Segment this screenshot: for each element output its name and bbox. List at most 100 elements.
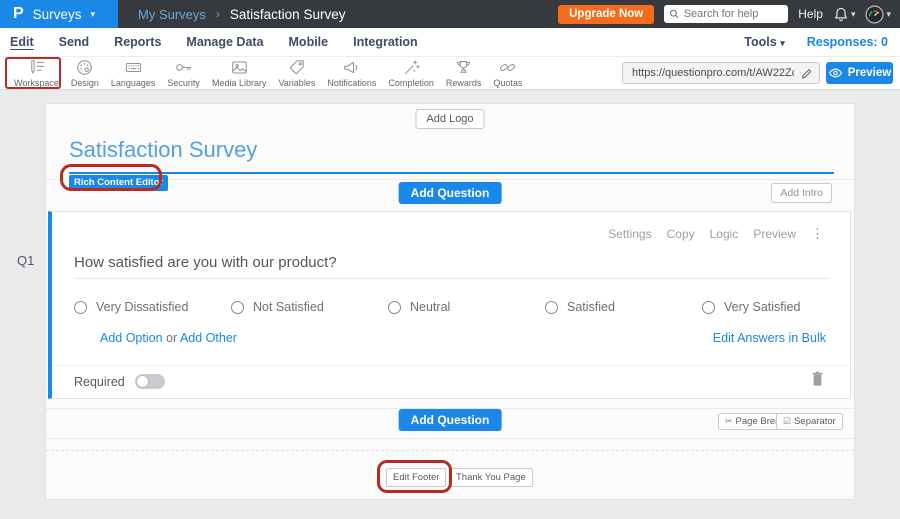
thank-you-page-button[interactable]: Thank You Page [449,468,533,487]
toolbar-item-media-library[interactable]: Media Library [206,57,273,90]
notifications-megaphone-icon [341,58,362,77]
delete-question-button[interactable] [811,371,824,387]
preview-button[interactable]: Preview [826,62,893,84]
checkbox-icon: ☑ [783,416,791,427]
edit-pencil-icon[interactable] [800,67,813,80]
option-label: Satisfied [567,300,615,314]
radio-button-icon[interactable] [74,301,87,314]
questionpro-logo-icon: P [13,5,24,23]
add-question-button-top[interactable]: Add Question [399,182,502,204]
question-preview-link[interactable]: Preview [753,227,796,241]
radio-button-icon[interactable] [231,301,244,314]
option-very-dissatisfied[interactable]: Very Dissatisfied [74,300,231,314]
notifications-bell-button[interactable]: ▾ [833,6,856,23]
survey-title[interactable]: Satisfaction Survey [69,137,257,163]
toolbar-item-rewards[interactable]: Rewards [440,57,488,90]
add-question-button-bottom[interactable]: Add Question [399,409,502,431]
toolbar-item-quotas[interactable]: Quotas [487,57,528,90]
add-logo-button[interactable]: Add Logo [415,109,484,129]
section-divider [46,438,854,439]
tab-edit[interactable]: Edit [10,35,34,49]
security-key-icon [173,58,194,77]
option-label: Very Dissatisfied [96,300,188,314]
toolbar-item-label: Media Library [212,78,267,88]
tab-mobile[interactable]: Mobile [289,35,329,49]
completion-wand-icon [401,58,422,77]
account-menu-button[interactable]: ▾ [865,5,891,24]
radio-button-icon[interactable] [545,301,558,314]
tab-integration[interactable]: Integration [353,35,418,49]
toolbar-item-security[interactable]: Security [161,57,206,90]
help-search[interactable] [664,5,788,23]
kebab-menu-icon[interactable]: ⋮ [811,226,824,242]
toggle-knob [136,375,149,388]
editor-page: Q1 Add Logo Satisfaction Survey Rich Con… [0,90,900,519]
footer-dashed-divider [46,450,854,451]
tools-dropdown[interactable]: Tools ▾ [744,35,784,49]
toolbar-item-label: Design [71,78,99,88]
chevron-down-icon: ▾ [780,38,785,48]
required-label: Required [74,375,125,389]
rich-content-editor-badge[interactable]: Rich Content Editor [69,175,168,191]
question-text-underline [74,278,830,279]
responses-count[interactable]: Responses: 0 [807,35,888,49]
option-satisfied[interactable]: Satisfied [545,300,702,314]
option-very-satisfied[interactable]: Very Satisfied [702,300,859,314]
toolbar-item-design[interactable]: Design [65,57,105,90]
survey-menu-bar: Edit Send Reports Manage Data Mobile Int… [0,28,900,57]
breadcrumb-parent[interactable]: My Surveys [138,7,206,22]
breadcrumb-current: Satisfaction Survey [230,7,346,22]
option-not-satisfied[interactable]: Not Satisfied [231,300,388,314]
tab-manage-data[interactable]: Manage Data [186,35,263,49]
question-settings-link[interactable]: Settings [608,227,651,241]
languages-keyboard-icon [123,58,144,77]
toolbar-item-label: Quotas [493,78,522,88]
add-option-row: Add Option or Add Other [100,331,237,345]
card-footer-divider [52,365,850,366]
chevron-down-icon: ▾ [851,10,856,19]
workspace-icon [26,58,47,77]
title-underline [69,172,834,174]
edit-answers-in-bulk-link[interactable]: Edit Answers in Bulk [713,331,826,345]
upgrade-now-button[interactable]: Upgrade Now [558,5,654,24]
survey-link-field[interactable]: https://questionpro.com/t/AW22ZcuEJ [622,62,820,84]
question-text[interactable]: How satisfied are you with our product? [74,254,337,271]
radio-button-icon[interactable] [388,301,401,314]
scissors-icon: ✂ [725,416,733,427]
tab-reports[interactable]: Reports [114,35,161,49]
trash-icon [811,371,824,387]
rewards-trophy-icon [453,58,474,77]
answer-options: Very Dissatisfied Not Satisfied Neutral … [74,300,859,314]
question-copy-link[interactable]: Copy [667,227,695,241]
design-palette-icon [74,58,95,77]
toolbar-item-variables[interactable]: Variables [272,57,321,90]
search-input[interactable] [684,8,784,20]
edit-footer-button[interactable]: Edit Footer [386,468,446,487]
add-option-link[interactable]: Add Option [100,331,163,345]
product-menu-label: Surveys [33,7,82,22]
product-switcher[interactable]: P Surveys ▾ [0,0,118,28]
required-toggle[interactable] [135,374,165,389]
variables-tag-icon [286,58,307,77]
toolbar-item-label: Workspace [14,78,59,88]
edit-toolbar: Workspace Design Languages Security Medi… [0,57,900,90]
survey-url: https://questionpro.com/t/AW22ZcuEJ [632,67,794,79]
option-label: Neutral [410,300,450,314]
question-logic-link[interactable]: Logic [710,227,739,241]
toolbar-item-workspace[interactable]: Workspace [8,57,65,90]
chevron-down-icon: ▾ [90,10,95,19]
separator-button[interactable]: ☑ Separator [776,413,843,430]
radio-button-icon[interactable] [702,301,715,314]
add-intro-button[interactable]: Add Intro [771,183,832,203]
preview-button-label: Preview [848,67,891,79]
option-neutral[interactable]: Neutral [388,300,545,314]
toolbar-item-completion[interactable]: Completion [382,57,440,90]
add-other-link[interactable]: Add Other [180,331,237,345]
help-link[interactable]: Help [798,7,823,21]
toolbar-item-languages[interactable]: Languages [105,57,162,90]
toolbar-item-label: Rewards [446,78,482,88]
eye-icon [828,67,843,79]
account-gauge-avatar [865,5,884,24]
tab-send[interactable]: Send [59,35,90,49]
toolbar-item-notifications[interactable]: Notifications [321,57,382,90]
